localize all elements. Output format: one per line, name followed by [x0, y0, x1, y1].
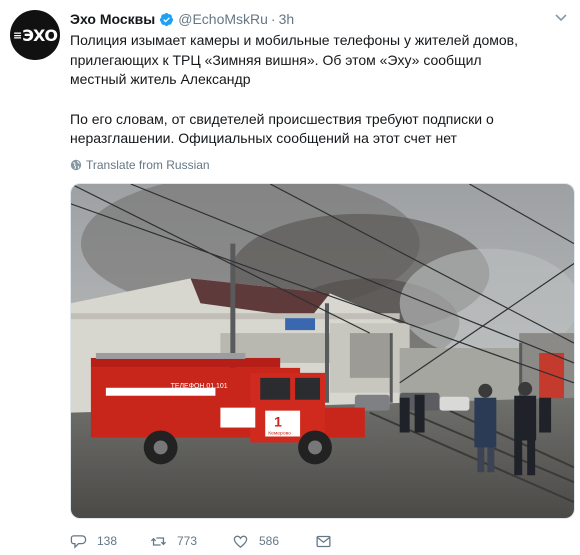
- account-name[interactable]: Эхо Москвы: [70, 11, 155, 27]
- avatar[interactable]: ≡ ЭХО: [10, 10, 60, 60]
- truck-city: Кемерово: [268, 431, 291, 437]
- truck-side-text: ТЕЛЕФОН 01,101: [171, 383, 228, 390]
- account-handle[interactable]: @EchoMskRu: [178, 11, 268, 27]
- reply-count: 138: [97, 534, 118, 548]
- avatar-text: ЭХО: [22, 25, 58, 45]
- tweet-paragraph-1: Полиция изымает камеры и мобильные телеф…: [70, 32, 518, 87]
- tweet-text: Полиция изымает камеры и мобильные телеф…: [70, 31, 540, 149]
- truck-number: 1: [274, 414, 282, 430]
- retweet-count: 773: [177, 534, 198, 548]
- tweet-photo[interactable]: ТЕЛЕФОН 01,101 1 Кемерово: [70, 183, 575, 519]
- translate-link[interactable]: Translate from Russian: [70, 157, 210, 173]
- like-count: 586: [259, 534, 280, 548]
- globe-icon: [70, 159, 82, 171]
- retweet-button[interactable]: 773: [150, 533, 232, 550]
- verified-badge-icon: [159, 12, 174, 27]
- fire-scene-photo: ТЕЛЕФОН 01,101 1 Кемерово: [71, 184, 574, 518]
- tweet-card[interactable]: ≡ ЭХО Эхо Москвы @EchoMskRu · 3h Полиция…: [0, 0, 580, 555]
- heart-icon: [233, 535, 248, 548]
- chevron-down-icon[interactable]: [554, 10, 568, 24]
- reply-icon: [70, 534, 87, 549]
- direct-message-button[interactable]: [315, 533, 342, 550]
- envelope-icon: [316, 535, 331, 547]
- translate-label: Translate from Russian: [86, 158, 210, 172]
- tweet-timestamp[interactable]: 3h: [279, 11, 295, 27]
- tweet-actions: 138 773 586: [70, 531, 370, 551]
- tweet-header: Эхо Москвы @EchoMskRu · 3h: [70, 10, 294, 28]
- echo-logo-mark-icon: ≡: [13, 28, 22, 42]
- reply-button[interactable]: 138: [70, 533, 150, 550]
- like-button[interactable]: 586: [232, 533, 315, 550]
- header-separator: ·: [270, 11, 276, 27]
- retweet-icon: [150, 536, 167, 546]
- tweet-paragraph-2: По его словам, от свидетелей происшестви…: [70, 110, 494, 147]
